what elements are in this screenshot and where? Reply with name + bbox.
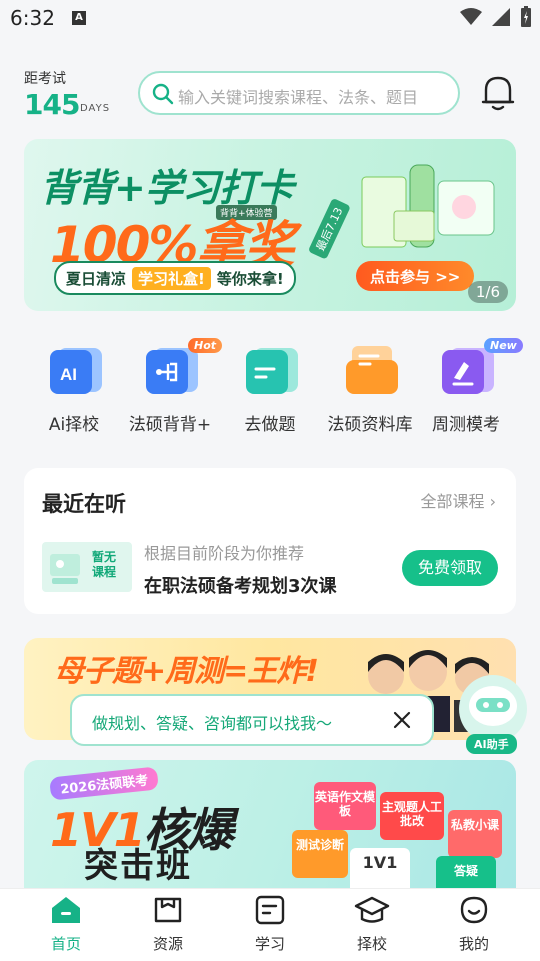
- banner-note-right: 等你来拿!: [216, 269, 284, 288]
- quick-action-label: 法硕资料库: [327, 415, 413, 435]
- quick-action-label: Ai择校: [48, 415, 100, 435]
- study-icon: [255, 895, 285, 925]
- recent-title: 最近在听: [42, 492, 126, 516]
- quick-actions: AI Ai择校 Hot 法硕背背+ 去做题 法硕资料库 New 周测模考: [24, 338, 523, 444]
- bell-icon[interactable]: [480, 74, 516, 112]
- bottom-tab-bar: 首页 资源 学习 择校 我的: [0, 888, 540, 961]
- thumbnail-label: 暂无 课程: [92, 550, 116, 580]
- thumb-text-1: 暂无: [92, 550, 117, 564]
- ai-assistant-label: AI助手: [466, 734, 517, 754]
- tab-resources[interactable]: 资源: [128, 895, 208, 954]
- feature-cube: 英语作文模板: [314, 782, 376, 830]
- search-input[interactable]: 输入关键词搜索课程、法条、题目: [138, 71, 460, 115]
- thumb-text-2: 课程: [92, 565, 117, 579]
- gift-box-illustration: [361, 164, 495, 248]
- tab-profile[interactable]: 我的: [434, 895, 514, 954]
- banner-note-gift: 学习礼盒!: [132, 266, 211, 290]
- banner-page-indicator: 1/6: [467, 281, 508, 303]
- countdown-days: 145: [24, 88, 80, 121]
- tab-home[interactable]: 首页: [26, 895, 106, 954]
- quick-action-mock-exam[interactable]: New 周测模考: [416, 338, 523, 435]
- recent-listening-card: 最近在听 全部课程 › 暂无 课程 根据目前阶段为你推荐 在职法硕备考规划3次课 …: [24, 468, 516, 614]
- library-icon: [346, 346, 398, 394]
- header: 距考试 145 DAYS 输入关键词搜索课程、法条、题目: [0, 60, 540, 130]
- status-bar: 6:32 A: [0, 0, 540, 38]
- all-courses-link[interactable]: 全部课程 ›: [420, 488, 496, 512]
- all-courses-label: 全部课程: [420, 492, 485, 511]
- banner-title: 背背+学习打卡: [40, 166, 294, 210]
- search-icon: [152, 83, 174, 105]
- tooltip-text: 做规划、答疑、咨询都可以找我～: [92, 714, 333, 733]
- tab-school[interactable]: 择校: [332, 895, 412, 954]
- quick-action-label: 法硕背背+: [128, 415, 212, 435]
- chevron-right-icon: ›: [489, 492, 496, 511]
- close-icon[interactable]: [390, 708, 414, 732]
- search-placeholder: 输入关键词搜索课程、法条、题目: [178, 88, 419, 107]
- quick-action-flashcards[interactable]: Hot 法硕背背+: [120, 338, 223, 435]
- new-badge: New: [484, 338, 523, 353]
- quick-action-library[interactable]: 法硕资料库: [320, 344, 420, 435]
- ai-assistant-button[interactable]: AI助手: [454, 672, 534, 758]
- course-thumbnail: 暂无 课程: [42, 542, 132, 592]
- system-icons: [460, 6, 532, 28]
- banner-join-button[interactable]: 点击参与 >>: [356, 261, 475, 291]
- banner-note-left: 夏日清凉: [66, 269, 127, 288]
- quick-action-ai-school[interactable]: AI Ai择校: [24, 344, 124, 435]
- signal-icon: [492, 8, 510, 26]
- profile-icon: [460, 896, 488, 924]
- tab-label: 资源: [152, 935, 183, 953]
- quick-action-practice[interactable]: 去做题: [220, 344, 320, 435]
- wifi-icon: [460, 8, 482, 25]
- tab-label: 我的: [458, 935, 489, 953]
- tab-study[interactable]: 学习: [230, 895, 310, 954]
- recommended-course-title[interactable]: 在职法硕备考规划3次课: [144, 572, 337, 598]
- free-claim-button[interactable]: 免费领取: [402, 550, 498, 586]
- hot-badge: Hot: [188, 338, 223, 353]
- tab-label: 首页: [50, 935, 81, 953]
- practice-icon: [246, 348, 298, 394]
- school-icon: [354, 896, 390, 923]
- course-banner-1v1[interactable]: 2026法硕联考 1V1核爆 突击班 英语作文模板 主观题人工批改 私教小课 测…: [24, 760, 516, 900]
- feature-cube: 主观题人工批改: [380, 792, 444, 840]
- home-icon: [52, 897, 80, 923]
- quick-action-label: 周测模考: [432, 415, 500, 435]
- resource-icon: [154, 897, 182, 923]
- quick-action-label: 去做题: [244, 415, 296, 435]
- status-time: 6:32: [10, 6, 55, 30]
- recommend-description: 根据目前阶段为你推荐: [144, 544, 305, 563]
- ai-school-icon: AI: [50, 348, 102, 394]
- tab-label: 择校: [356, 935, 387, 953]
- banner-date-tag: 最后7.13: [307, 198, 351, 260]
- feature-cube: 私教小课: [448, 810, 502, 858]
- ai-assistant-tooltip[interactable]: 做规划、答疑、咨询都可以找我～: [70, 694, 434, 746]
- svg-text:AI: AI: [60, 365, 77, 384]
- empty-course-illustration: [50, 554, 80, 584]
- countdown-label: 距考试: [24, 71, 66, 87]
- countdown-unit: DAYS: [80, 103, 111, 114]
- tab-label: 学习: [254, 935, 285, 953]
- promo-text: 母子题+周测=王炸!: [54, 654, 319, 689]
- battery-icon: [521, 6, 531, 27]
- banner-note: 夏日清凉 学习礼盒! 等你来拿!: [54, 261, 296, 295]
- notification-a-icon: A: [72, 11, 86, 25]
- banner2-subtitle: 突击班: [84, 846, 192, 886]
- feature-cube: 测试诊断: [292, 830, 348, 878]
- promo-banner-carousel[interactable]: 背背+学习打卡 背背+体验营 100%拿奖 最后7.13 夏日清凉 学习礼盒! …: [24, 139, 516, 311]
